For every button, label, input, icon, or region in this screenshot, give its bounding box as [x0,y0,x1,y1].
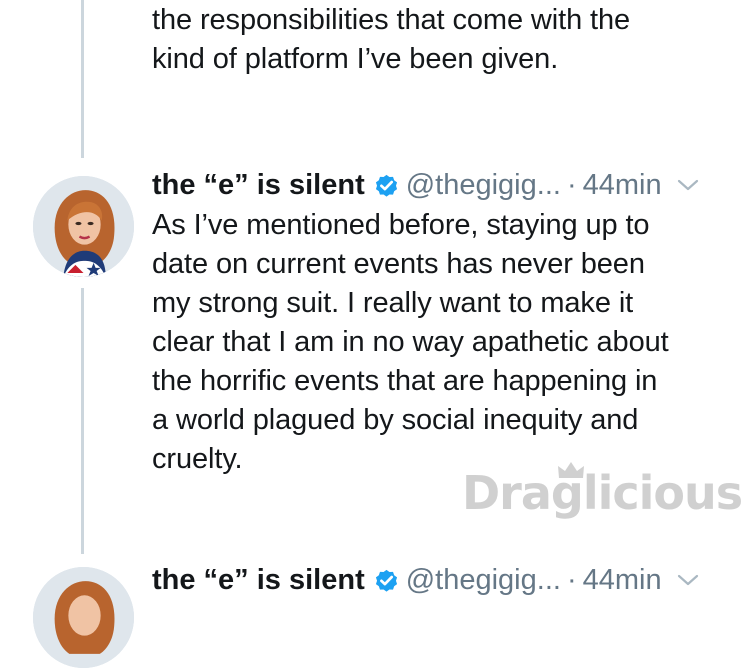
avatar[interactable] [33,567,134,668]
avatar-image [33,567,134,668]
watermark: Draglicious [462,462,743,546]
display-name[interactable]: the “e” is silent [152,564,365,597]
thread-line-middle [81,288,84,554]
thread-line-top [81,0,84,158]
separator-dot: · [566,168,577,201]
chevron-down-icon[interactable] [676,177,700,193]
separator-dot: · [566,563,577,596]
display-name[interactable]: the “e” is silent [152,169,365,202]
tweet-text: As I’ve mentioned before, staying up to … [152,209,669,475]
timestamp[interactable]: 44min [583,564,662,597]
handle[interactable]: @thegigig... [406,169,561,202]
chevron-down-icon[interactable] [676,572,700,588]
handle[interactable]: @thegigig... [406,564,561,597]
tweet-header: the “e” is silent @thegigig... · 44min [152,167,700,203]
watermark-text: Draglicious [462,466,743,520]
verified-badge-icon [375,174,397,197]
avatar-image [33,176,134,277]
avatar[interactable] [33,176,134,277]
timestamp[interactable]: 44min [583,169,662,202]
next-tweet-header: the “e” is silent @thegigig... · 44min [152,562,700,598]
previous-tweet-text: the responsibilities that come with the … [152,4,631,75]
verified-badge-icon [375,569,397,592]
